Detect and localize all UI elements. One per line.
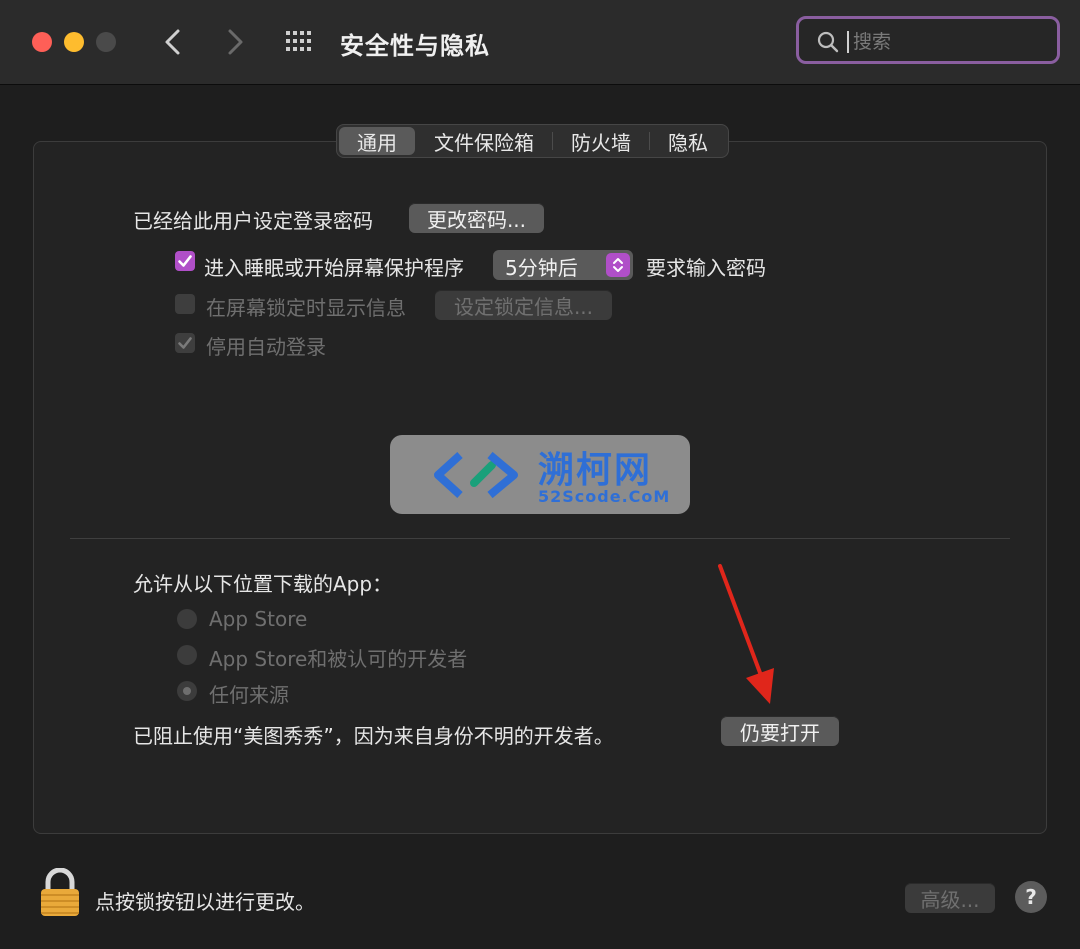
- tab-firewall[interactable]: 防火墙: [553, 127, 649, 155]
- require-password-suffix: 要求输入密码: [646, 256, 766, 280]
- text-caret: [847, 31, 849, 53]
- disable-autologin-label: 停用自动登录: [206, 335, 326, 359]
- show-message-checkbox[interactable]: [175, 294, 195, 314]
- radio-app-store-label: App Store: [209, 607, 308, 631]
- password-set-label: 已经给此用户设定登录密码: [133, 209, 373, 233]
- watermark-title: 溯柯网: [538, 449, 653, 491]
- brand-logo-icon: [434, 451, 518, 499]
- set-lock-message-button[interactable]: 设定锁定信息...: [435, 290, 612, 320]
- advanced-button[interactable]: 高级...: [905, 883, 995, 913]
- password-delay-value: 5分钟后: [505, 256, 578, 280]
- back-button[interactable]: [156, 24, 192, 60]
- watermark-logo: 溯柯网 52Scode.CoM: [390, 435, 690, 514]
- tab-general[interactable]: 通用: [339, 127, 415, 155]
- tab-privacy[interactable]: 隐私: [650, 127, 726, 155]
- minimize-window-button[interactable]: [64, 32, 84, 52]
- password-delay-select[interactable]: 5分钟后: [493, 250, 633, 280]
- require-password-label: 进入睡眠或开始屏幕保护程序: [204, 256, 464, 280]
- radio-app-store[interactable]: [177, 609, 197, 629]
- zoom-window-button[interactable]: [96, 32, 116, 52]
- radio-anywhere-label: 任何来源: [209, 683, 289, 707]
- blocked-app-message: 已阻止使用“美图秀秀”，因为来自身份不明的开发者。: [133, 724, 614, 748]
- tab-filevault[interactable]: 文件保险箱: [416, 127, 552, 155]
- lock-icon[interactable]: [38, 868, 82, 918]
- close-window-button[interactable]: [32, 32, 52, 52]
- radio-selected-dot: [183, 687, 191, 695]
- tab-bar: 通用 文件保险箱 防火墙 隐私: [336, 124, 729, 158]
- title-bar: 安全性与隐私: [0, 0, 1080, 85]
- show-message-label: 在屏幕锁定时显示信息: [206, 296, 406, 320]
- updown-arrows-icon: [606, 253, 630, 277]
- watermark-subtitle: 52Scode.CoM: [538, 487, 671, 506]
- search-input[interactable]: [851, 26, 1045, 58]
- chevron-right-icon: [228, 29, 243, 55]
- require-password-checkbox[interactable]: [175, 251, 195, 271]
- help-button[interactable]: ?: [1015, 881, 1047, 913]
- search-icon: [817, 31, 839, 53]
- chevron-left-icon: [165, 29, 180, 55]
- window-title: 安全性与隐私: [340, 32, 490, 60]
- radio-identified-developers[interactable]: [177, 645, 197, 665]
- annotation-arrow-icon: [718, 564, 774, 704]
- section-divider: [70, 538, 1010, 539]
- search-field[interactable]: [796, 16, 1060, 64]
- radio-identified-developers-label: App Store和被认可的开发者: [209, 647, 468, 671]
- change-password-button[interactable]: 更改密码...: [409, 203, 544, 233]
- lock-hint-text: 点按锁按钮以进行更改。: [95, 890, 315, 914]
- disable-autologin-checkbox[interactable]: [175, 333, 195, 353]
- downloads-heading: 允许从以下位置下载的App：: [133, 572, 393, 596]
- checkmark-icon: [178, 337, 192, 349]
- radio-anywhere[interactable]: [177, 681, 197, 701]
- open-anyway-button[interactable]: 仍要打开: [721, 716, 839, 746]
- show-all-button[interactable]: [284, 28, 316, 56]
- checkmark-icon: [178, 255, 192, 267]
- grid-icon: [286, 31, 311, 51]
- forward-button[interactable]: [216, 24, 252, 60]
